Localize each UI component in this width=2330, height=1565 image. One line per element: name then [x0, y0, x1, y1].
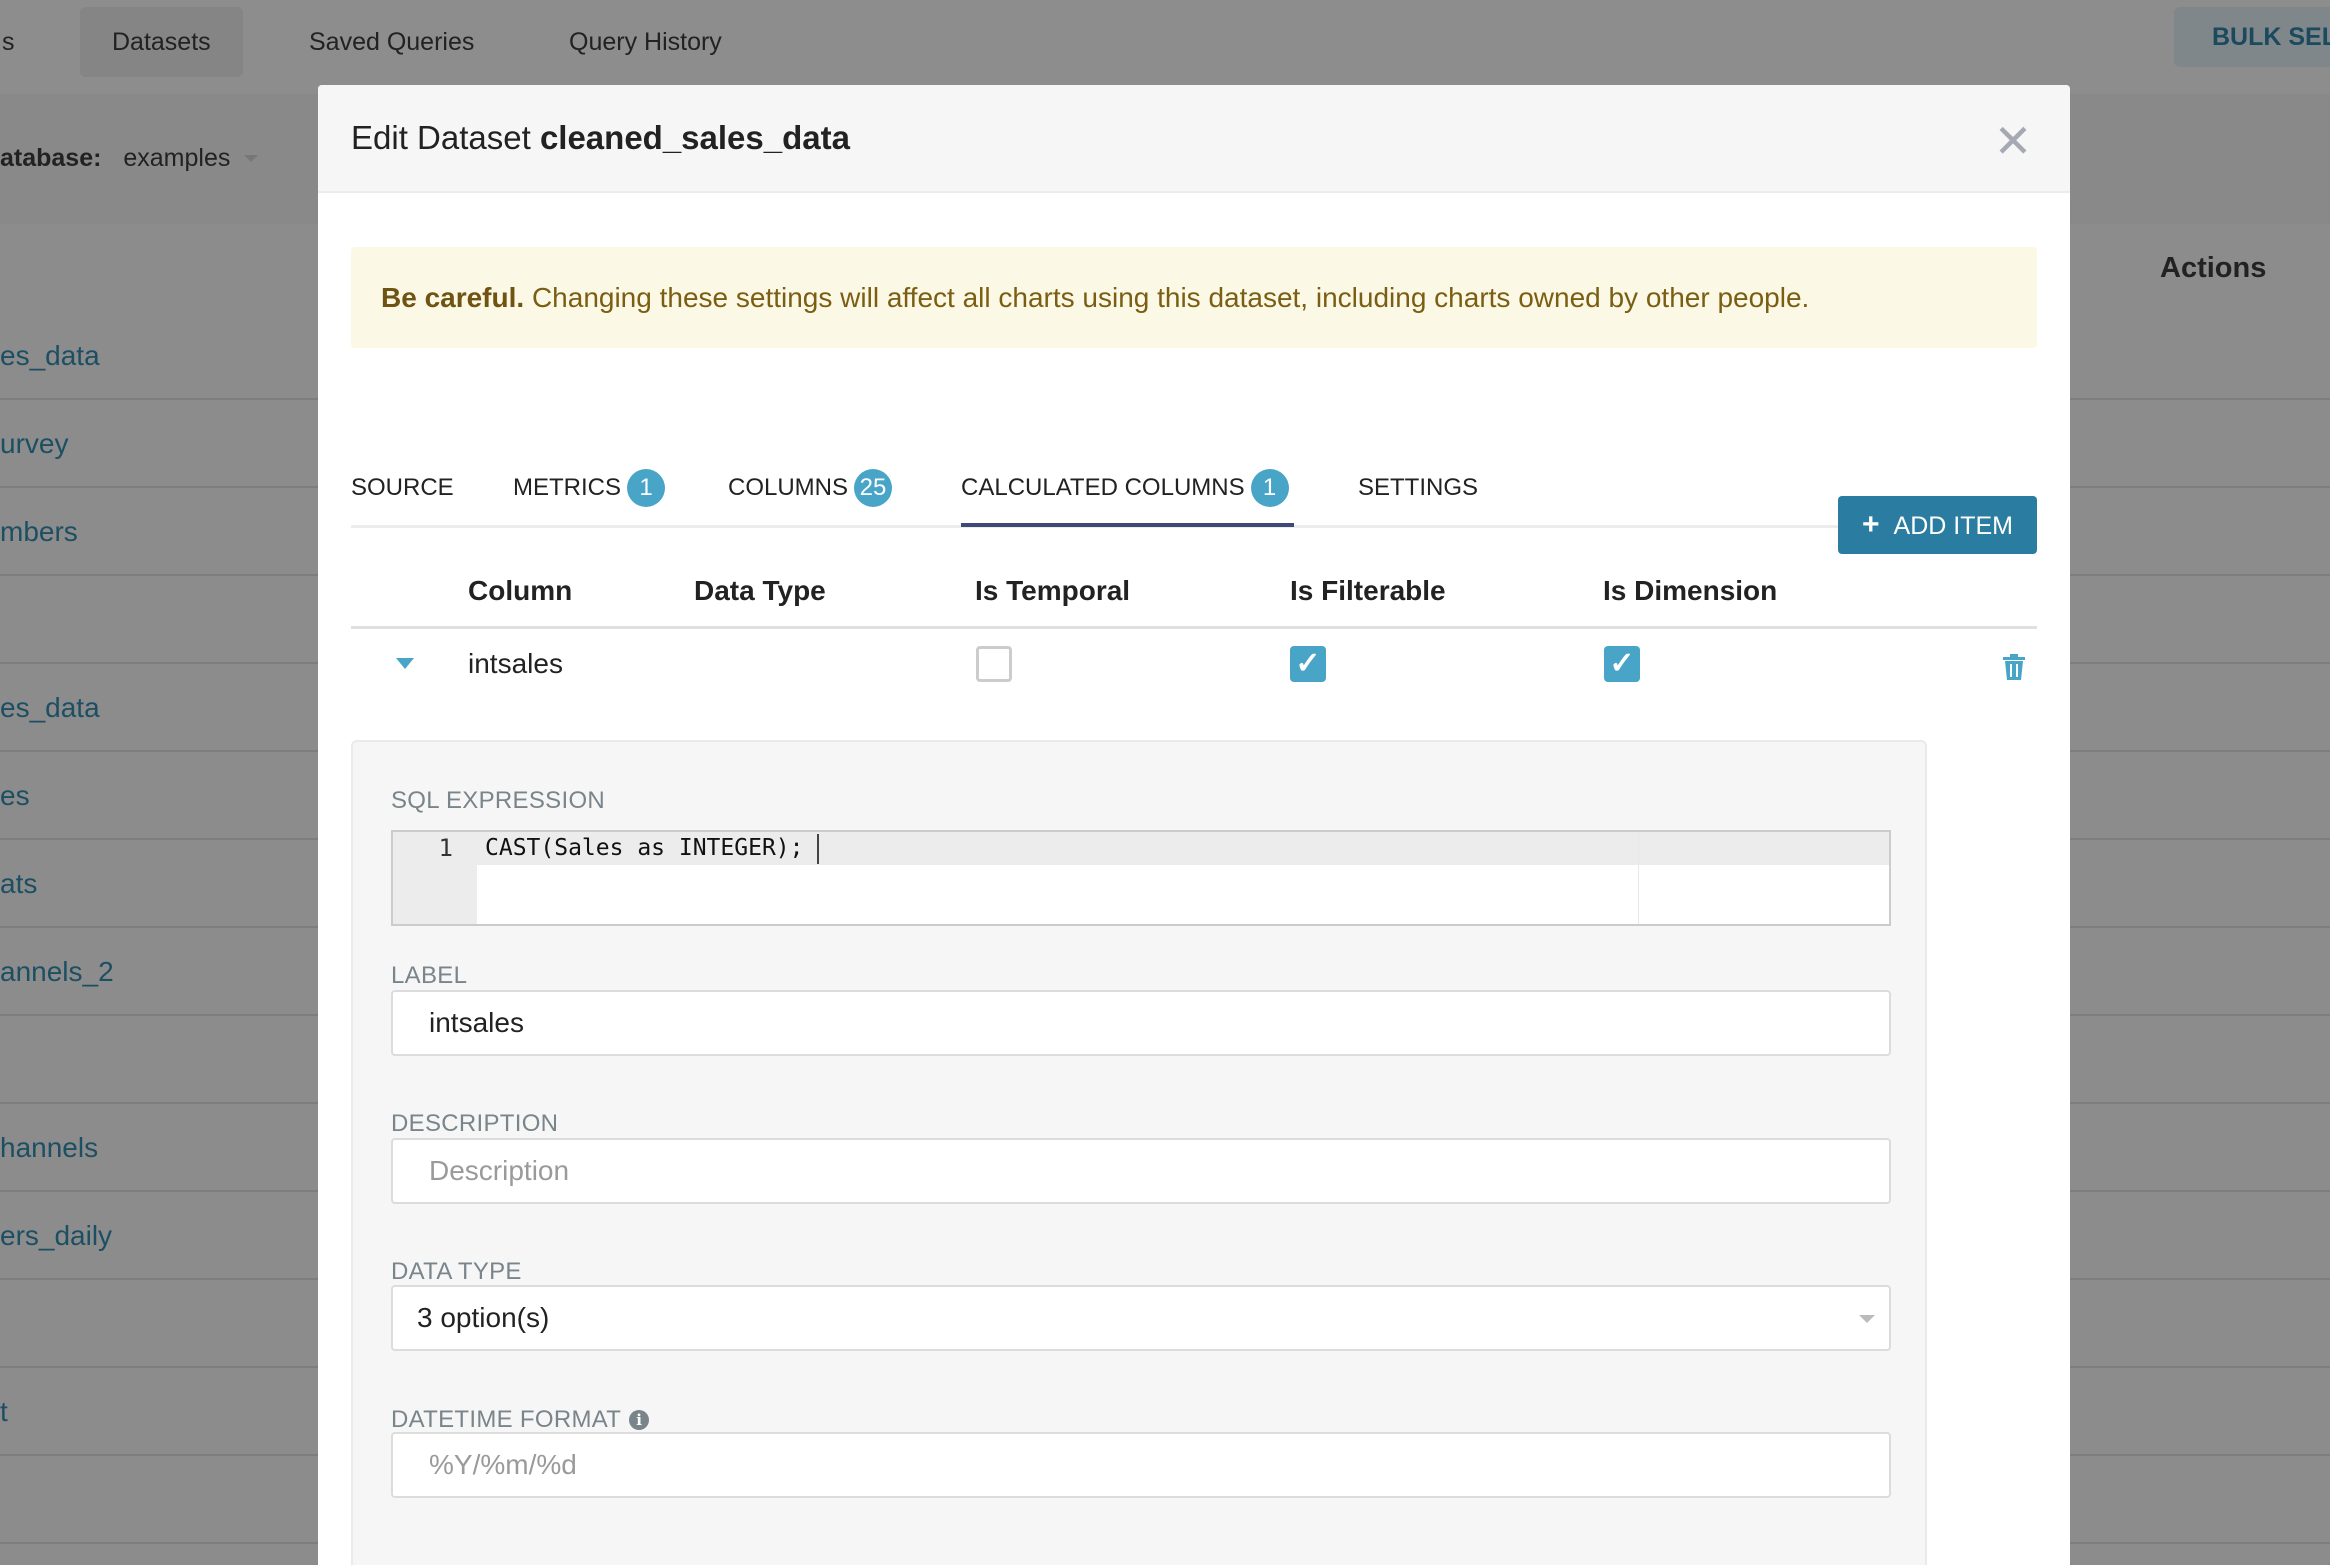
row-divider	[2070, 1190, 2330, 1192]
database-value: examples	[123, 144, 231, 172]
database-filter[interactable]: atabase: examples	[0, 144, 259, 173]
nav-tab-query-history[interactable]: Query History	[537, 7, 754, 77]
add-item-button[interactable]: + ADD ITEM	[1838, 496, 2037, 554]
row-divider	[2070, 1454, 2330, 1456]
select-value: 3 option(s)	[417, 1302, 550, 1333]
tab-source[interactable]: SOURCE	[351, 468, 454, 508]
column-name: intsales	[468, 648, 563, 679]
datetime-format-text: DATETIME FORMAT	[391, 1406, 622, 1433]
row-divider	[2070, 1014, 2330, 1016]
dataset-row[interactable]	[0, 1016, 330, 1104]
dataset-row[interactable]: ers_daily	[0, 1192, 330, 1280]
title-prefix: Edit Dataset	[351, 119, 531, 156]
bulk-select-button[interactable]: BULK SELE	[2174, 7, 2330, 67]
modal-header: Edit Dataset cleaned_sales_data ✕	[318, 85, 2070, 193]
column-details-panel: SQL EXPRESSION 1 CAST(Sales as INTEGER);…	[351, 740, 1927, 1565]
database-label: atabase:	[0, 144, 102, 172]
dataset-row[interactable]: urvey	[0, 400, 330, 488]
tab-label: SOURCE	[351, 474, 454, 501]
tab-calculated-columns[interactable]: CALCULATED COLUMNS 1	[961, 468, 1289, 508]
caret-down-icon[interactable]	[396, 658, 414, 669]
table-header-divider	[351, 626, 2037, 629]
dataset-row[interactable]: t	[0, 1368, 330, 1456]
header-data-type: Data Type	[694, 575, 826, 606]
dataset-row[interactable]	[0, 1280, 330, 1368]
edit-dataset-modal: Edit Dataset cleaned_sales_data ✕ Be car…	[318, 85, 2070, 1565]
text-cursor	[817, 834, 819, 864]
row-divider	[2070, 1366, 2330, 1368]
row-divider	[2070, 398, 2330, 400]
row-divider	[2070, 486, 2330, 488]
modal-title: Edit Dataset cleaned_sales_data	[351, 119, 850, 157]
datetime-format-label: DATETIME FORMAT i	[391, 1406, 650, 1434]
tab-label: METRICS	[513, 474, 621, 501]
row-divider	[2070, 1278, 2330, 1280]
active-tab-indicator	[961, 523, 1294, 527]
description-input[interactable]	[391, 1138, 1891, 1204]
count-badge: 1	[1250, 469, 1289, 507]
actions-header: Actions	[2160, 252, 2267, 284]
sql-expression-label: SQL EXPRESSION	[391, 787, 606, 814]
sql-code: CAST(Sales as INTEGER);	[485, 835, 804, 861]
datetime-format-input[interactable]	[391, 1432, 1891, 1498]
nav-tab-saved-queries[interactable]: Saved Queries	[277, 7, 506, 77]
chevron-down-icon	[1859, 1315, 1875, 1323]
plus-icon: +	[1862, 508, 1880, 541]
row-divider	[2070, 1542, 2330, 1544]
sql-expression-editor[interactable]: 1 CAST(Sales as INTEGER);	[391, 830, 1891, 926]
row-divider	[2070, 574, 2330, 576]
warning-alert: Be careful. Changing these settings will…	[351, 247, 2037, 348]
dataset-row[interactable]: es_data	[0, 312, 330, 400]
dataset-row[interactable]: ats	[0, 840, 330, 928]
alert-text: Changing these settings will affect all …	[524, 282, 1810, 313]
row-divider	[2070, 1102, 2330, 1104]
dataset-row[interactable]	[0, 576, 330, 664]
label-input[interactable]	[391, 990, 1891, 1056]
count-badge: 1	[627, 469, 665, 507]
dataset-row[interactable]: es	[0, 752, 330, 840]
dataset-row[interactable]	[0, 1456, 330, 1544]
line-number: 1	[438, 834, 453, 862]
dataset-row[interactable]: mbers	[0, 488, 330, 576]
row-divider	[2070, 838, 2330, 840]
data-type-label: DATA TYPE	[391, 1258, 522, 1285]
dataset-row[interactable]: annels_2	[0, 928, 330, 1016]
print-margin	[1638, 832, 1639, 924]
tab-columns[interactable]: COLUMNS 25	[728, 468, 893, 508]
data-type-select[interactable]: 3 option(s)	[391, 1285, 1891, 1351]
count-badge: 25	[854, 469, 893, 507]
label-label: LABEL	[391, 962, 468, 989]
is-filterable-checkbox[interactable]: ✓	[1290, 646, 1326, 682]
header-is-filterable: Is Filterable	[1290, 575, 1446, 606]
row-divider	[2070, 926, 2330, 928]
close-icon[interactable]: ✕	[1993, 118, 2033, 164]
add-item-label: ADD ITEM	[1893, 512, 2013, 540]
tab-label: COLUMNS	[728, 474, 849, 501]
trash-icon[interactable]	[2001, 653, 2027, 681]
tab-label: SETTINGS	[1358, 474, 1479, 501]
header-is-temporal: Is Temporal	[975, 575, 1131, 606]
tab-metrics[interactable]: METRICS 1	[513, 468, 665, 508]
alert-strong: Be careful.	[381, 282, 525, 313]
is-temporal-checkbox[interactable]	[976, 646, 1012, 682]
row-divider	[2070, 662, 2330, 664]
dataset-name: cleaned_sales_data	[539, 119, 850, 156]
is-dimension-checkbox[interactable]: ✓	[1604, 646, 1640, 682]
nav-tab-datasets[interactable]: Datasets	[80, 7, 243, 77]
dataset-row[interactable]: es_data	[0, 664, 330, 752]
row-divider	[2070, 750, 2330, 752]
description-label: DESCRIPTION	[391, 1110, 559, 1137]
tab-label: CALCULATED COLUMNS	[961, 474, 1245, 501]
tab-settings[interactable]: SETTINGS	[1358, 468, 1478, 508]
header-column: Column	[468, 575, 573, 606]
nav-tab-charts[interactable]: s	[0, 7, 47, 77]
chevron-down-icon	[244, 155, 259, 162]
tab-bar: SOURCE METRICS 1 COLUMNS 25 CALCULATED COL…	[351, 450, 2037, 528]
info-icon[interactable]: i	[629, 1410, 650, 1430]
header-is-dimension: Is Dimension	[1603, 575, 1778, 606]
dataset-row[interactable]: hannels	[0, 1104, 330, 1192]
